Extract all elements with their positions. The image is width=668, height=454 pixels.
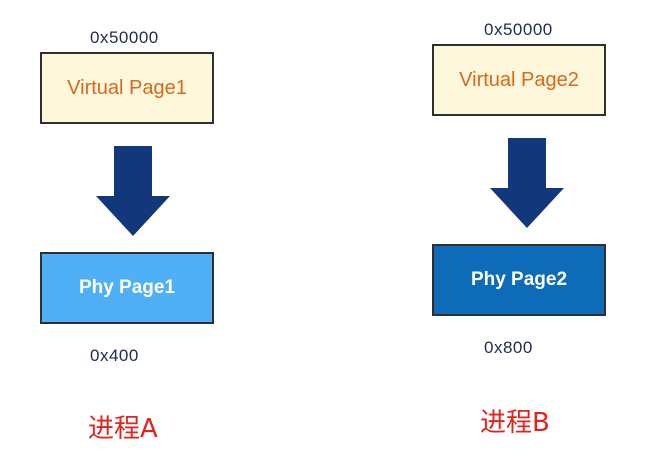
process-a-virtual-address: 0x50000 xyxy=(90,28,159,47)
process-b-virtual-address: 0x50000 xyxy=(484,20,553,39)
process-b-virtual-page-label: Virtual Page2 xyxy=(459,68,579,91)
process-a-virtual-page-label: Virtual Page1 xyxy=(67,76,187,99)
process-b-phy-page: Phy Page2 xyxy=(432,244,606,316)
process-a-virtual-page: Virtual Page1 xyxy=(40,52,214,124)
process-b-phy-address: 0x800 xyxy=(484,338,533,357)
process-b-virtual-page: Virtual Page2 xyxy=(432,44,606,116)
process-b-phy-page-label: Phy Page2 xyxy=(470,269,568,290)
process-a-phy-address: 0x400 xyxy=(90,346,139,365)
process-a-phy-page: Phy Page1 xyxy=(40,252,214,324)
process-b-down-arrow-icon xyxy=(490,138,564,228)
process-a-phy-page-label: Phy Page1 xyxy=(78,277,176,298)
process-a-down-arrow-icon xyxy=(96,146,170,236)
process-a-label: 进程A xyxy=(88,414,158,444)
process-b-label: 进程B xyxy=(480,408,550,438)
